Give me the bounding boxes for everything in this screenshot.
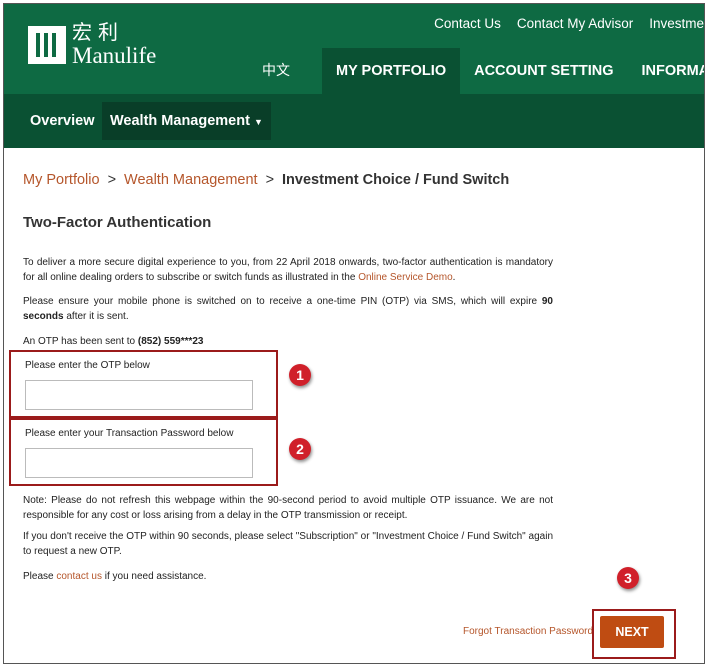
caret-down-icon: ▼: [253, 117, 263, 127]
step-marker-3: 3: [617, 567, 639, 589]
breadcrumb-wealth-management[interactable]: Wealth Management: [124, 172, 258, 188]
page-title: Two-Factor Authentication: [23, 214, 212, 231]
contact-us-link[interactable]: Contact Us: [434, 16, 501, 31]
forgot-password-link[interactable]: Forgot Transaction Password: [463, 626, 593, 637]
next-button[interactable]: NEXT: [600, 616, 664, 648]
main-nav: MY PORTFOLIO ACCOUNT SETTING INFORMAT: [322, 48, 704, 94]
contact-advisor-link[interactable]: Contact My Advisor: [517, 16, 633, 31]
otp-label: Please enter the OTP below: [25, 360, 150, 371]
contact-paragraph: Please contact us if you need assistance…: [23, 571, 207, 582]
breadcrumb-my-portfolio[interactable]: My Portfolio: [23, 172, 100, 188]
logo-chinese-text: 宏利: [72, 20, 124, 44]
sub-tab-wealth-management[interactable]: Wealth Management ▼: [102, 102, 271, 140]
tab-account-setting[interactable]: ACCOUNT SETTING: [460, 48, 627, 94]
step-marker-1: 1: [289, 364, 311, 386]
tab-my-portfolio[interactable]: MY PORTFOLIO: [322, 48, 461, 94]
note-paragraph: Note: Please do not refresh this webpage…: [23, 495, 553, 521]
site-header: 宏利 Manulife Contact Us Contact My Adviso…: [4, 4, 704, 94]
manulife-logo[interactable]: 宏利 Manulife: [28, 22, 156, 67]
top-links: Contact Us Contact My Advisor Investme: [418, 16, 704, 31]
phone-number: (852) 559***23: [137, 336, 204, 347]
step-marker-2: 2: [289, 438, 311, 460]
transaction-password-input[interactable]: [25, 448, 253, 478]
breadcrumb-separator: >: [265, 172, 275, 188]
logo-english-text: Manulife: [72, 43, 157, 68]
breadcrumb-separator: >: [107, 172, 117, 188]
sub-tab-overview[interactable]: Overview: [22, 102, 103, 140]
breadcrumb: My Portfolio > Wealth Management > Investmen…: [23, 172, 509, 188]
resend-paragraph: If you don't receive the OTP within 90 s…: [23, 531, 553, 557]
otp-sent-paragraph: An OTP has been sent to (852) 559***23: [23, 336, 204, 347]
logo-mark-icon: [28, 25, 66, 64]
online-service-demo-link[interactable]: Online Service Demo: [358, 272, 452, 283]
contact-us-inline-link[interactable]: contact us: [56, 571, 102, 582]
language-switch[interactable]: 中文: [262, 60, 290, 80]
otp-input[interactable]: [25, 380, 253, 410]
intro-paragraph: To deliver a more secure digital experie…: [23, 257, 553, 283]
browser-frame: 宏利 Manulife Contact Us Contact My Adviso…: [3, 3, 705, 664]
otp-field-group: Please enter the OTP below: [9, 350, 278, 418]
sub-nav: Overview Wealth Management ▼: [4, 94, 704, 148]
investment-link[interactable]: Investme: [649, 16, 704, 31]
password-field-group: Please enter your Transaction Password b…: [9, 418, 278, 486]
sub-tab-wealth-label: Wealth Management: [110, 113, 250, 129]
breadcrumb-current: Investment Choice / Fund Switch: [282, 172, 510, 188]
otp-expiry-paragraph: Please ensure your mobile phone is switc…: [23, 296, 553, 322]
tab-information[interactable]: INFORMAT: [627, 48, 704, 94]
password-label: Please enter your Transaction Password b…: [25, 428, 234, 439]
